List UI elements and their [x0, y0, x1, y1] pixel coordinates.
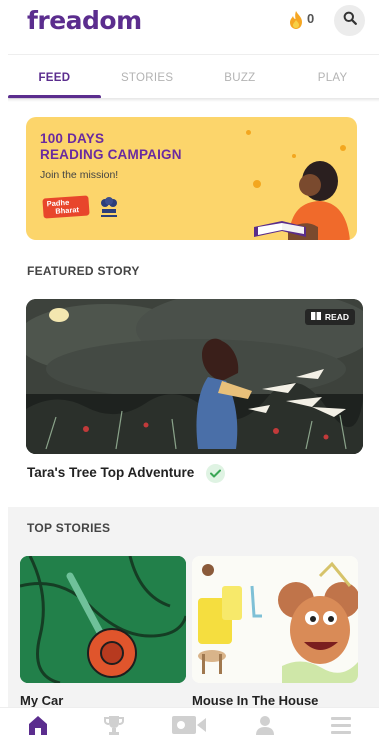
book-icon: [310, 312, 321, 322]
padhe-bharat-logo: Padhe Bharat: [42, 195, 90, 219]
read-badge: READ: [304, 309, 355, 325]
story-card-my-car[interactable]: [20, 556, 186, 683]
story-title-mouse-in-the-house[interactable]: Mouse In The House: [192, 693, 318, 708]
banner-title: 100 DAYS READING CAMPAIGN: [40, 131, 182, 163]
banner-title-line2: READING CAMPAIGN: [40, 147, 182, 162]
tab-buzz[interactable]: BUZZ: [194, 55, 287, 98]
trophy-icon: [103, 714, 125, 741]
nav-profile[interactable]: [227, 708, 303, 746]
my-car-illustration: [20, 556, 186, 683]
featured-story-title[interactable]: Tara's Tree Top Adventure: [27, 465, 194, 480]
app-logo[interactable]: freadom: [27, 6, 142, 35]
read-badge-label: READ: [324, 312, 349, 322]
mouse-in-the-house-illustration: [192, 556, 358, 683]
tab-stories[interactable]: STORIES: [101, 55, 194, 98]
featured-story-card[interactable]: READ: [26, 299, 363, 454]
tab-feed[interactable]: FEED: [8, 55, 101, 99]
app-header: freadom 0: [0, 0, 379, 54]
profile-icon: [254, 714, 276, 741]
top-stories-section-title: TOP STORIES: [27, 521, 111, 535]
menu-icon: [330, 715, 352, 740]
flame-icon: [288, 10, 304, 35]
streak-count: 0: [307, 11, 315, 26]
nav-videos[interactable]: [152, 708, 228, 746]
emblem-icon: [98, 194, 120, 225]
banner-title-line1: 100 DAYS: [40, 131, 105, 146]
campaign-banner[interactable]: 100 DAYS READING CAMPAIGN Join the missi…: [26, 117, 357, 240]
check-icon: [206, 464, 225, 483]
banner-subtitle: Join the mission!: [40, 169, 119, 181]
streak-counter[interactable]: 0: [288, 10, 314, 35]
reading-girl-illustration: [248, 157, 357, 240]
video-icon: [171, 714, 207, 741]
search-icon: [343, 11, 357, 30]
featured-section-title: FEATURED STORY: [27, 264, 140, 278]
main-tabs: FEED STORIES BUZZ PLAY: [8, 54, 379, 99]
nav-home[interactable]: [0, 708, 76, 746]
nav-achievements[interactable]: [76, 708, 152, 746]
banner-decor-dot: [246, 130, 251, 135]
banner-decor-dot: [340, 145, 346, 151]
tabs-divider: [8, 98, 379, 102]
story-title-my-car[interactable]: My Car: [20, 693, 63, 708]
nav-menu[interactable]: [303, 708, 379, 746]
story-card-mouse-in-the-house[interactable]: [192, 556, 358, 683]
search-button[interactable]: [334, 5, 365, 36]
home-icon: [27, 714, 49, 741]
tab-play[interactable]: PLAY: [286, 55, 379, 98]
bottom-navigation: [0, 707, 379, 746]
